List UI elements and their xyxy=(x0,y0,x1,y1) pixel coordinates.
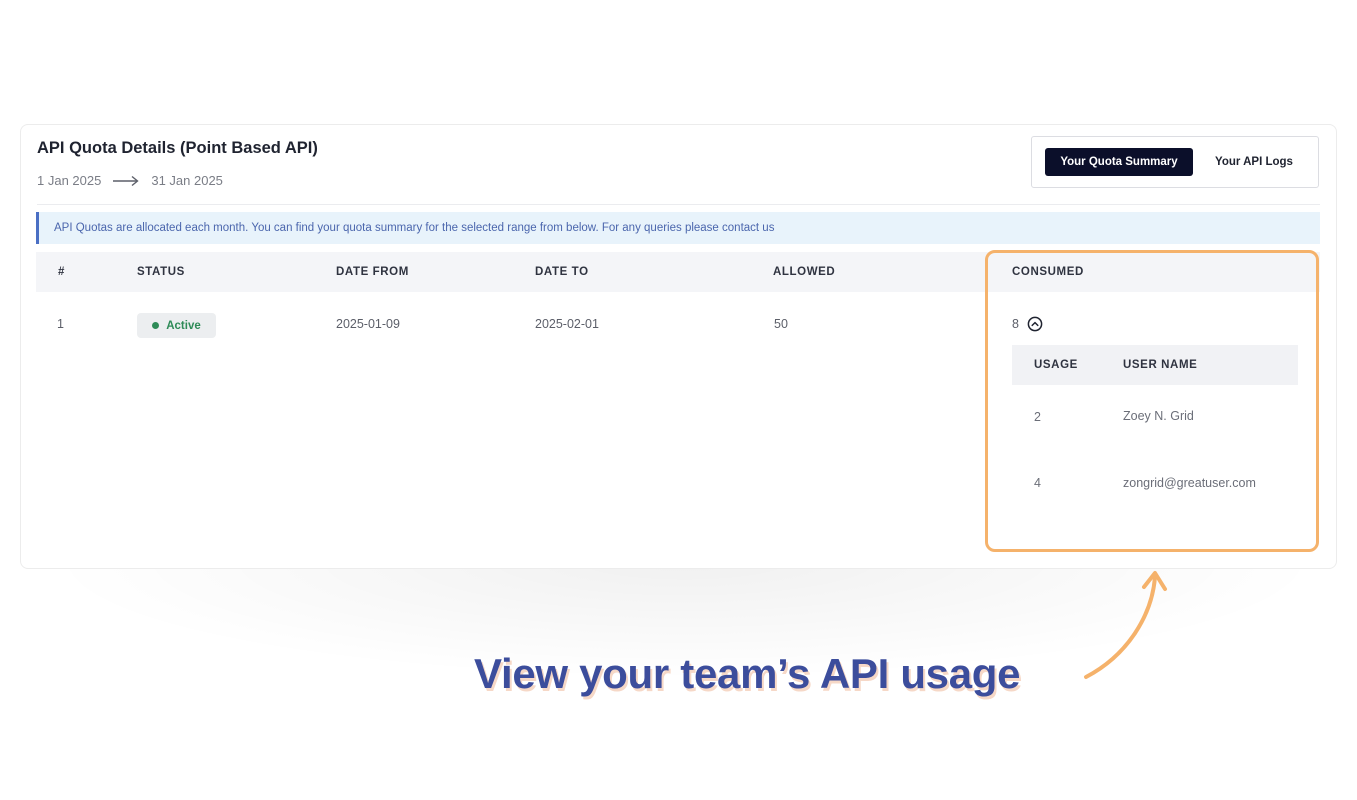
col-date-from: DATE FROM xyxy=(336,266,409,278)
consumed-highlight-box xyxy=(985,250,1319,552)
date-range: 1 Jan 2025 31 Jan 2025 xyxy=(37,173,223,188)
info-banner: API Quotas are allocated each month. You… xyxy=(36,212,1320,244)
row-date-from: 2025-01-09 xyxy=(336,317,400,331)
page: API Quota Details (Point Based API) 1 Ja… xyxy=(0,0,1357,800)
divider xyxy=(37,204,1320,205)
col-status: STATUS xyxy=(137,266,185,278)
date-end: 31 Jan 2025 xyxy=(151,173,223,188)
arrow-right-icon xyxy=(113,175,139,186)
tab-api-logs[interactable]: Your API Logs xyxy=(1215,156,1293,168)
status-dot xyxy=(152,322,160,329)
col-allowed: ALLOWED xyxy=(773,266,836,278)
row-allowed: 50 xyxy=(774,317,788,331)
col-date-to: DATE TO xyxy=(535,266,589,278)
tab-quota-summary[interactable]: Your Quota Summary xyxy=(1045,148,1193,176)
status-badge: Active xyxy=(137,313,216,338)
view-tabs: Your Quota Summary Your API Logs xyxy=(1031,136,1319,188)
status-label: Active xyxy=(166,319,201,332)
page-title: API Quota Details (Point Based API) xyxy=(37,139,318,157)
curved-arrow-icon xyxy=(1084,571,1167,679)
callout-text: View your team’s API usage xyxy=(474,650,1021,697)
row-date-to: 2025-02-01 xyxy=(535,317,599,331)
col-index: # xyxy=(58,266,65,278)
row-index: 1 xyxy=(57,317,64,331)
date-start: 1 Jan 2025 xyxy=(37,173,102,188)
